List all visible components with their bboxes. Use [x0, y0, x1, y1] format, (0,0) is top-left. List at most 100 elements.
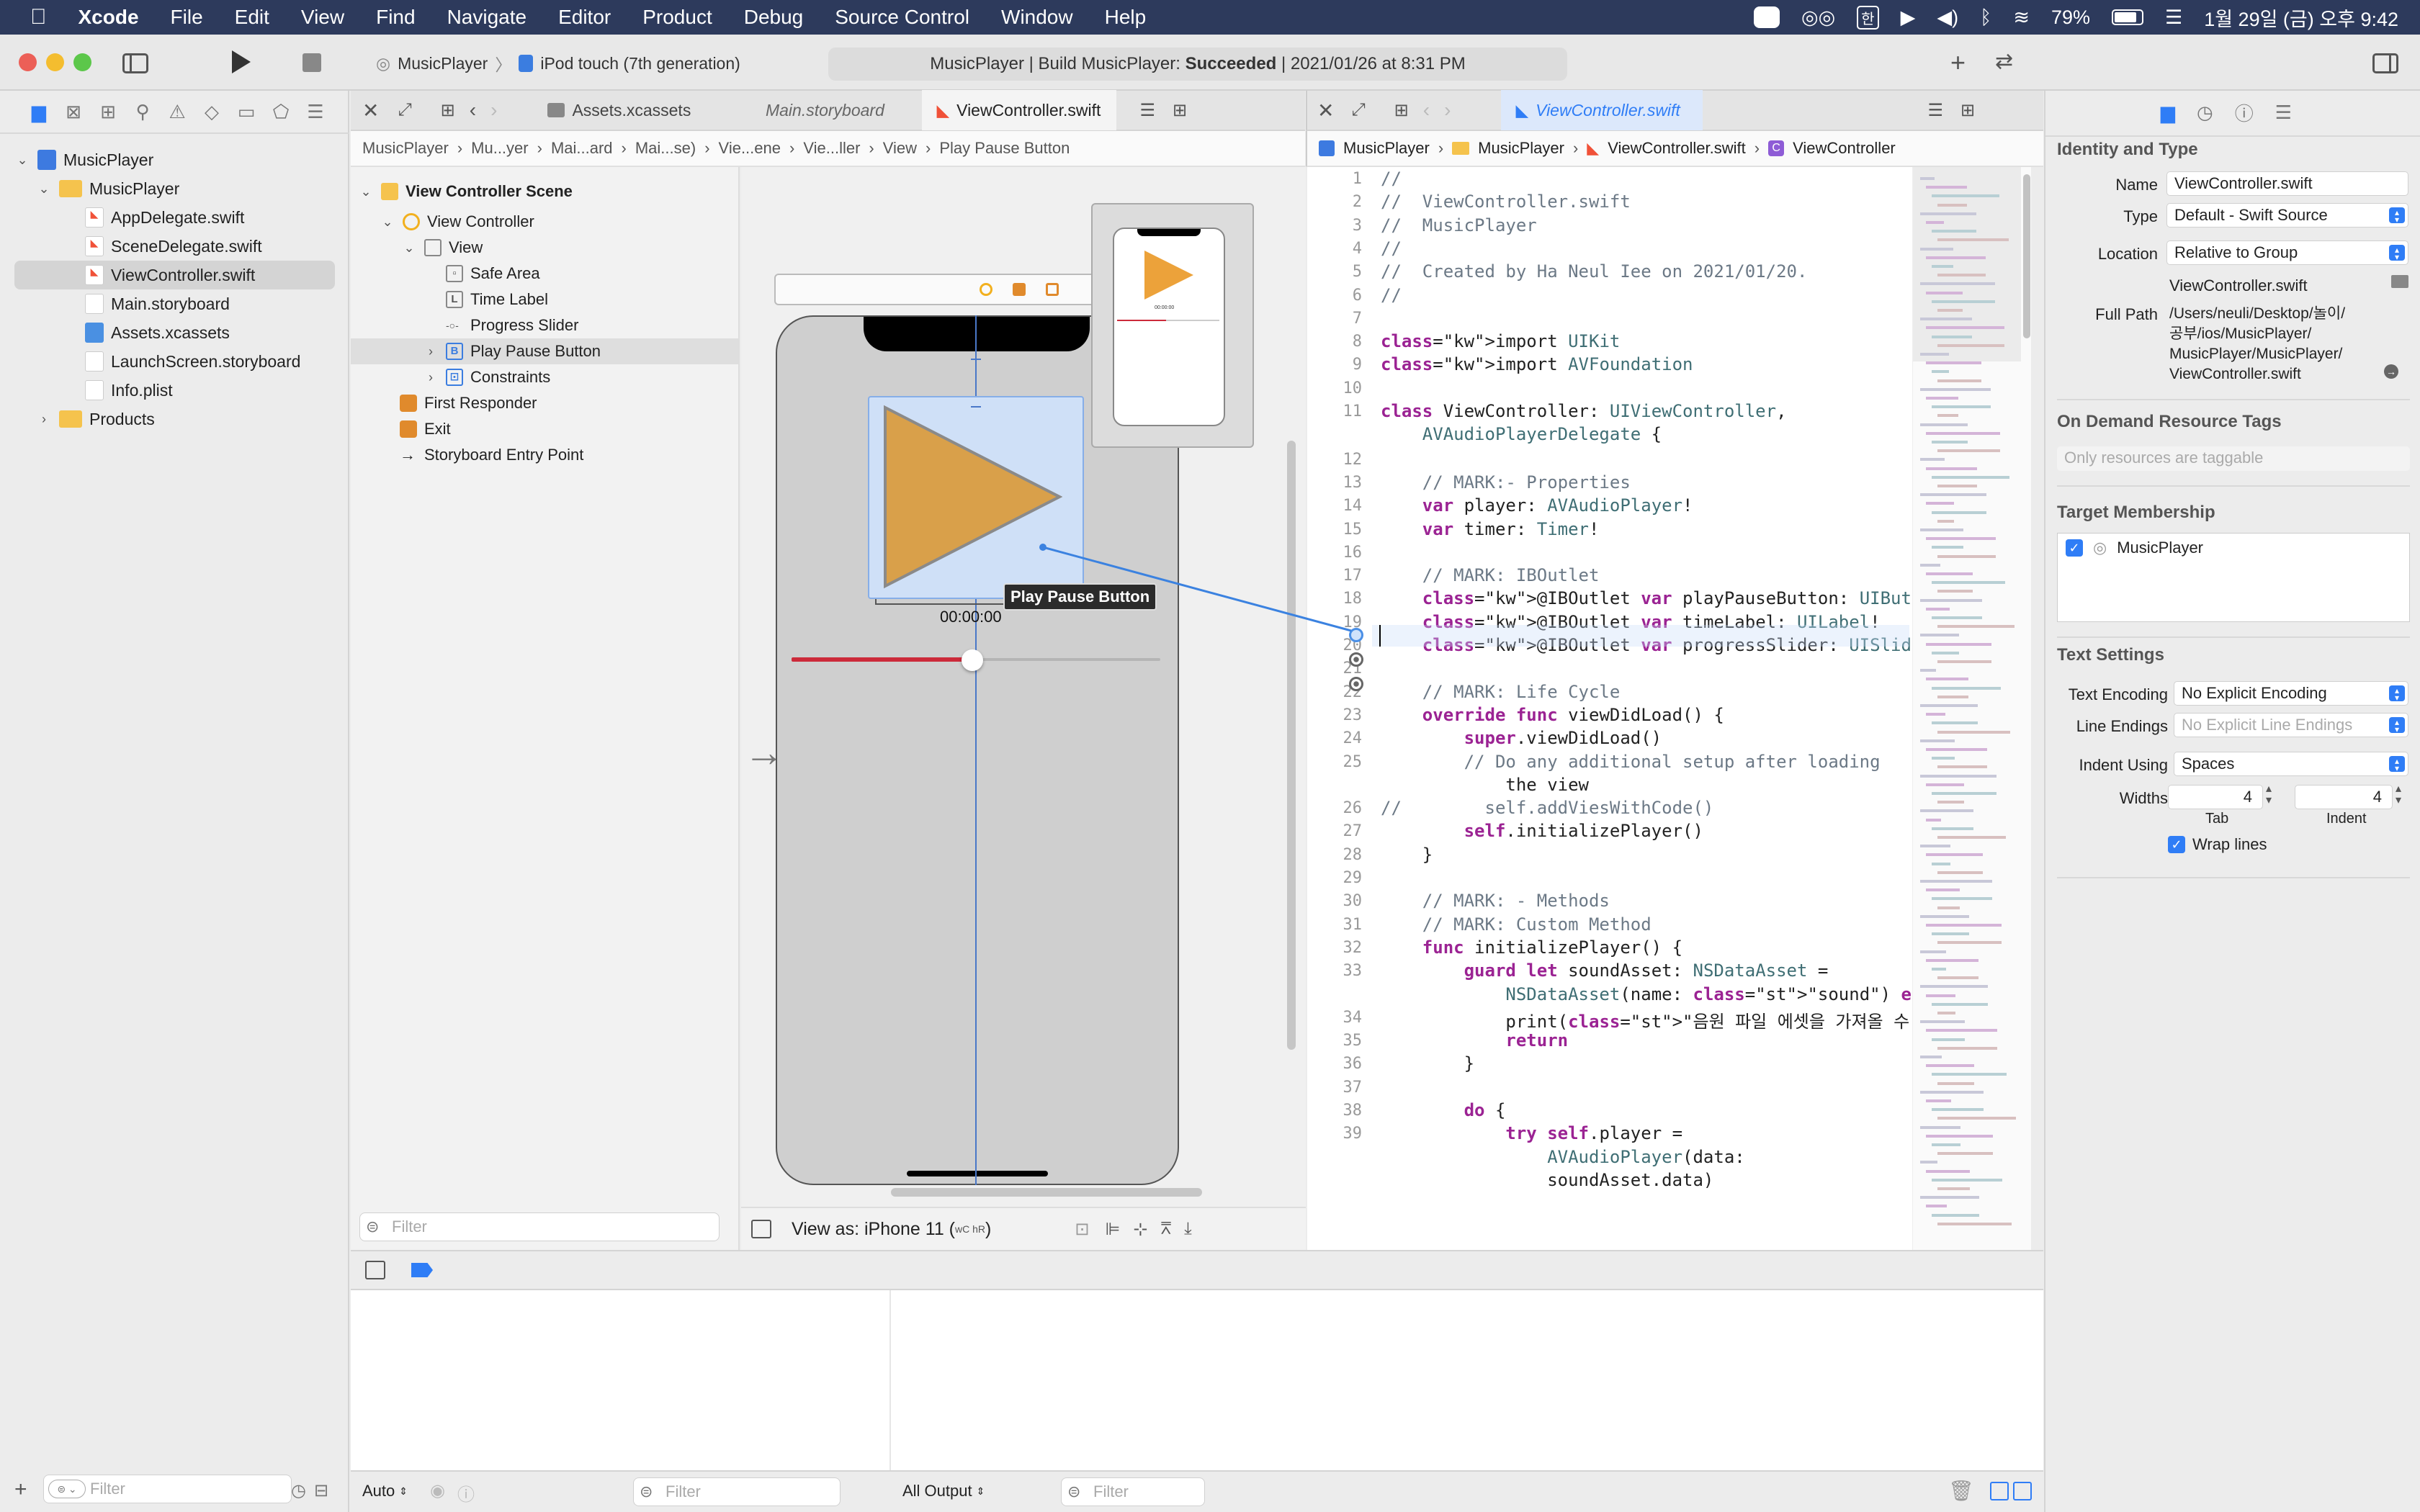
tab-viewcontroller-right[interactable]: ◣ ViewController.swift	[1501, 90, 1703, 130]
apple-menu[interactable]: 	[14, 0, 63, 35]
tree-file-assets[interactable]: Assets.xcassets	[0, 318, 349, 347]
code-review-button[interactable]: ⇄	[1995, 49, 2013, 74]
outline-constraints[interactable]: › ⊡ Constraints	[351, 364, 740, 390]
code-scrollbar[interactable]	[2023, 174, 2030, 338]
minimap-options-icon[interactable]: ☰	[1919, 100, 1952, 121]
tab-main-storyboard[interactable]: Main.storyboard	[727, 90, 922, 130]
recording-icon[interactable]	[1754, 6, 1780, 28]
view-controller-dock-icon[interactable]	[980, 283, 992, 296]
reveal-in-finder-icon[interactable]: →	[2384, 364, 2398, 379]
view-as-label[interactable]: View as: iPhone 11 (	[792, 1219, 955, 1240]
scheme-selector[interactable]: ◎ MusicPlayer 〉 iPod touch (7th generati…	[376, 49, 740, 78]
quick-look-icon[interactable]: ◉	[430, 1480, 445, 1501]
console-filter[interactable]: ⊜ Filter	[1061, 1477, 1205, 1506]
attributes-inspector-icon[interactable]: ☰	[2275, 102, 2292, 124]
outlet-connected-indicator[interactable]	[1349, 628, 1363, 642]
outlet-connected-indicator[interactable]	[1349, 652, 1363, 667]
tree-file-main-storyboard[interactable]: Main.storyboard	[0, 289, 349, 318]
indent-width-field[interactable]: 4	[2295, 785, 2393, 809]
add-constraints-icon[interactable]: ⊹	[1133, 1219, 1147, 1240]
split-editor-icon[interactable]: ⊞	[1164, 100, 1196, 121]
jump-item[interactable]: ViewController.swift	[1608, 139, 1746, 158]
battery-icon[interactable]	[2111, 9, 2143, 25]
menu-window[interactable]: Window	[985, 0, 1089, 35]
storyboard-canvas[interactable]: → 00:00:00 Play Pause Button 00:00:00 Vi…	[741, 167, 1306, 1250]
jump-item[interactable]: Mai...ard	[551, 139, 613, 158]
back-icon[interactable]: ‹	[1416, 99, 1437, 122]
expand-editor-icon[interactable]: ⤢	[390, 100, 418, 120]
forward-icon[interactable]: ›	[1437, 99, 1458, 122]
variables-view[interactable]	[351, 1290, 891, 1470]
menu-find[interactable]: Find	[360, 0, 431, 35]
jump-item[interactable]: MusicPlayer	[362, 139, 449, 158]
line-endings-popup[interactable]: No Explicit Line Endings ▴ ▾	[2174, 713, 2408, 737]
close-editor-icon[interactable]: ✕	[351, 99, 390, 122]
split-editor-icon[interactable]: ⊞	[1952, 100, 1984, 121]
trash-icon[interactable]: 🗑	[1948, 1479, 1974, 1503]
jump-item[interactable]: MusicPlayer	[1343, 139, 1430, 158]
find-navigator-icon[interactable]: ⚲	[125, 94, 160, 129]
outline-exit[interactable]: Exit	[351, 416, 740, 442]
disclosure-closed-icon[interactable]: ›	[423, 344, 439, 359]
outline-play-pause-button[interactable]: › B Play Pause Button	[351, 338, 740, 364]
variables-filter[interactable]: ⊜ Filter	[633, 1477, 841, 1506]
outline-first-responder[interactable]: First Responder	[351, 390, 740, 416]
tab-assets[interactable]: Assets.xcassets	[533, 90, 727, 130]
jump-item[interactable]: Mu...yer	[471, 139, 528, 158]
menu-product[interactable]: Product	[627, 0, 728, 35]
update-frames-icon[interactable]: ⊡	[1075, 1219, 1089, 1240]
filter-options-icon[interactable]: ⊜ ⌄	[48, 1480, 86, 1498]
jump-item[interactable]: ViewController	[1793, 139, 1896, 158]
choose-folder-icon[interactable]	[2391, 275, 2408, 288]
hide-debug-area-icon[interactable]	[365, 1261, 385, 1279]
code-editor[interactable]: 1 // 2 // ViewController.swift 3 // MusicPlay…	[1307, 167, 2004, 1250]
disclosure-closed-icon[interactable]: ›	[36, 412, 52, 427]
related-items-icon[interactable]: ⊞	[419, 100, 462, 121]
tree-file-infoplist[interactable]: Info.plist	[0, 376, 349, 405]
run-button[interactable]	[232, 50, 251, 73]
menu-source-control[interactable]: Source Control	[819, 0, 985, 35]
close-window-button[interactable]	[19, 53, 37, 71]
tree-file-launchscreen[interactable]: LaunchScreen.storyboard	[0, 347, 349, 376]
output-select[interactable]: All Output ⇕	[902, 1482, 985, 1500]
disclosure-open-icon[interactable]: ⌄	[401, 240, 417, 256]
odr-tags-field[interactable]: Only resources are taggable	[2057, 446, 2410, 471]
console-view[interactable]	[892, 1290, 2043, 1470]
embed-in-icon[interactable]: ⤓	[1184, 1219, 1192, 1239]
progress-slider-thumb[interactable]	[962, 649, 983, 671]
scene-dock[interactable]	[774, 274, 1134, 305]
tab-viewcontroller-left[interactable]: ◣ ViewController.swift	[922, 90, 1117, 130]
target-checkbox[interactable]: ✓	[2066, 539, 2083, 557]
inspector-toggle-icon[interactable]	[2372, 53, 2398, 73]
symbol-navigator-icon[interactable]: ⊞	[91, 94, 125, 129]
show-console-icon[interactable]	[2013, 1482, 2032, 1500]
disclosure-open-icon[interactable]: ⌄	[36, 181, 52, 197]
menu-editor[interactable]: Editor	[542, 0, 627, 35]
wrap-lines-option[interactable]: ✓ Wrap lines	[2168, 835, 2267, 854]
menu-debug[interactable]: Debug	[728, 0, 820, 35]
menu-help[interactable]: Help	[1089, 0, 1162, 35]
breakpoints-toggle-icon[interactable]	[411, 1263, 433, 1277]
jump-item[interactable]: Vie...ller	[803, 139, 860, 158]
outline-entry-point[interactable]: → Storyboard Entry Point	[351, 442, 740, 468]
tree-file-scenedelegate[interactable]: ◣ SceneDelegate.swift	[0, 232, 349, 261]
disclosure-open-icon[interactable]: ⌄	[14, 153, 30, 168]
tab-width-field[interactable]: 4	[2168, 785, 2263, 809]
minimap[interactable]	[1912, 167, 2031, 1250]
outline-view[interactable]: ⌄ View	[351, 235, 740, 261]
clock[interactable]: 1월 29일 (금) 오후 9:42	[2204, 4, 2398, 32]
zoom-window-button[interactable]	[73, 53, 91, 71]
encoding-popup[interactable]: No Explicit Encoding ▴ ▾	[2174, 681, 2408, 706]
control-center-icon[interactable]: ☰	[2165, 6, 2182, 29]
volume-icon[interactable]: ◀)	[1937, 6, 1958, 29]
debug-navigator-icon[interactable]: ▭	[229, 94, 264, 129]
minimap-options-icon[interactable]: ☰	[1131, 100, 1164, 121]
time-label[interactable]: 00:00:00	[940, 608, 1002, 626]
outline-safe-area[interactable]: ▫ Safe Area	[351, 261, 740, 287]
name-field[interactable]: ViewController.swift	[2166, 171, 2408, 196]
add-library-button[interactable]: +	[1950, 48, 1966, 78]
resolve-issues-icon[interactable]: ⩞	[1160, 1219, 1171, 1239]
exit-dock-icon[interactable]	[1046, 283, 1059, 296]
related-items-icon[interactable]: ⊞	[1373, 100, 1416, 121]
type-popup[interactable]: Default - Swift Source ▴ ▾	[2166, 203, 2408, 228]
